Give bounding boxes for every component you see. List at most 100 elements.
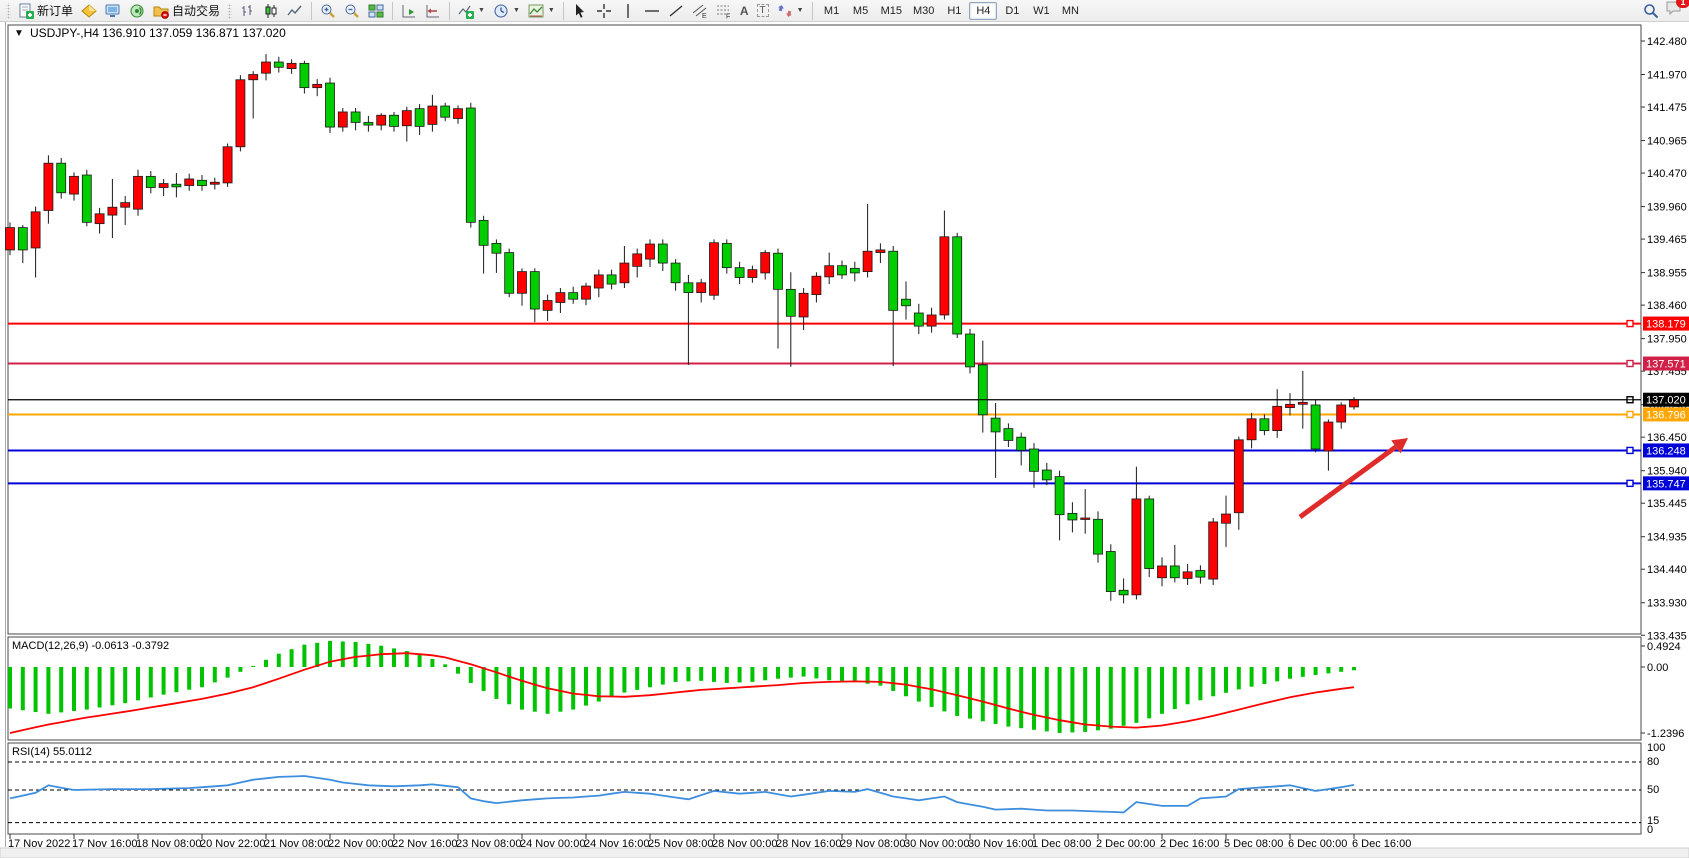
dropdown-caret-icon: ▼ [548,7,555,14]
crosshair-tool-button[interactable] [593,1,615,21]
macd-histogram-bar [917,667,921,702]
quotes-button[interactable] [78,1,100,21]
macd-histogram-bar [1224,667,1228,693]
price-badge-label: 136.248 [1646,445,1686,457]
auto-scroll-icon [401,3,417,19]
timeframe-button-m5[interactable]: M5 [847,2,875,20]
toolbar-grip[interactable] [6,3,11,19]
macd-histogram-bar [904,667,908,696]
macd-histogram-bar [968,667,972,719]
macd-histogram-bar [123,667,127,703]
time-axis-label: 2 Dec 16:00 [1160,838,1219,850]
price-axis-label: 141.475 [1647,102,1687,114]
candle [505,249,514,298]
candle [134,170,143,216]
timeframe-button-m15[interactable]: M15 [876,2,907,20]
timeframe-button-w1[interactable]: W1 [1027,2,1055,20]
fibonacci-icon: F [716,3,732,19]
chart-shift-button[interactable] [422,1,444,21]
macd-histogram-bar [699,667,703,681]
candle [466,103,475,228]
line-handle[interactable] [1627,361,1633,367]
horizontal-line-tool-button[interactable] [641,1,663,21]
toolbar-grip[interactable] [227,3,232,19]
timeframe-button-mn[interactable]: MN [1056,2,1084,20]
macd-histogram-bar [1237,667,1241,689]
line-handle[interactable] [1627,321,1633,327]
candle [1209,518,1218,585]
time-axis-label: 2 Dec 00:00 [1096,838,1155,850]
candle-chart-mode-button[interactable] [260,1,282,21]
macd-histogram-bar [469,667,473,683]
macd-histogram-bar [430,659,434,667]
price-axis-label: 138.460 [1647,300,1687,312]
macd-histogram-bar [533,667,537,712]
candlestick-icon [263,3,279,19]
new-order-button[interactable]: 新订单 [15,1,76,21]
templates-button[interactable]: ▼ [525,1,558,21]
candle [1311,400,1320,453]
timeframe-button-m30[interactable]: M30 [908,2,939,20]
macd-histogram-bar [379,646,383,667]
price-axis-label: 134.440 [1647,564,1687,576]
fibonacci-tool-button[interactable]: F [713,1,735,21]
auto-scroll-button[interactable] [398,1,420,21]
timeframe-button-h4[interactable]: H4 [969,2,997,20]
line-handle[interactable] [1627,480,1633,486]
signal-button[interactable] [126,1,148,21]
price-axis-label: 139.465 [1647,234,1687,246]
notifications-button[interactable]: 1 [1665,0,1683,21]
macd-histogram-bar [213,667,217,682]
price-axis-label: 141.970 [1647,70,1687,82]
timeframe-button-d1[interactable]: D1 [998,2,1026,20]
macd-histogram-bar [789,667,793,678]
toolbar-separator [311,2,312,20]
periods-button[interactable]: ▼ [490,1,523,21]
channel-icon: E [692,3,708,19]
macd-histogram-bar [840,667,844,681]
time-axis-label: 5 Dec 08:00 [1224,838,1283,850]
macd-histogram-bar [200,667,204,687]
price-chart[interactable]: 142.480141.970141.475140.965140.470139.9… [0,22,1689,858]
line-handle[interactable] [1627,447,1633,453]
tile-windows-button[interactable] [365,1,387,21]
chart-window[interactable]: 142.480141.970141.475140.965140.470139.9… [0,22,1689,858]
window-menu-icon[interactable]: ▼ [14,28,24,39]
macd-histogram-bar [1019,667,1023,728]
timeframe-button-m1[interactable]: M1 [818,2,846,20]
time-axis-label: 17 Nov 16:00 [72,838,137,850]
price-axis-label: 135.445 [1647,498,1687,510]
price-axis-label: 133.930 [1647,598,1687,610]
auto-trading-button[interactable]: 自动交易 [150,1,223,21]
macd-histogram-bar [674,667,678,682]
time-axis-label: 29 Nov 08:00 [840,838,905,850]
price-axis-label: 135.940 [1647,466,1687,478]
macd-histogram-bar [1032,667,1036,730]
text-tool-button[interactable]: A [737,1,752,21]
vertical-line-tool-button[interactable] [617,1,639,21]
indicators-button[interactable]: ▼ [455,1,488,21]
cursor-tool-button[interactable] [569,1,591,21]
macd-histogram-bar [1006,667,1010,727]
macd-histogram-bar [827,667,831,680]
search-icon[interactable] [1643,3,1659,19]
auto-trading-label: 自动交易 [172,2,220,19]
editor-button[interactable] [102,1,124,21]
arrows-tool-button[interactable]: ▼ [774,1,807,21]
equidistant-channel-tool-button[interactable]: E [689,1,711,21]
time-axis-label: 24 Nov 16:00 [584,838,649,850]
trendline-tool-button[interactable] [665,1,687,21]
timeframe-button-h1[interactable]: H1 [940,2,968,20]
text-label-tool-button[interactable]: T [754,1,772,21]
trendline-icon [668,3,684,19]
line-handle[interactable] [1627,411,1633,417]
line-chart-mode-button[interactable] [284,1,306,21]
zoom-in-button[interactable] [317,1,339,21]
macd-histogram-bar [571,667,575,710]
macd-histogram-bar [264,660,268,667]
zoom-out-button[interactable] [341,1,363,21]
bar-chart-mode-button[interactable] [236,1,258,21]
macd-histogram-bar [110,667,114,705]
line-chart-icon [287,3,303,19]
toolbar-separator [563,2,564,20]
